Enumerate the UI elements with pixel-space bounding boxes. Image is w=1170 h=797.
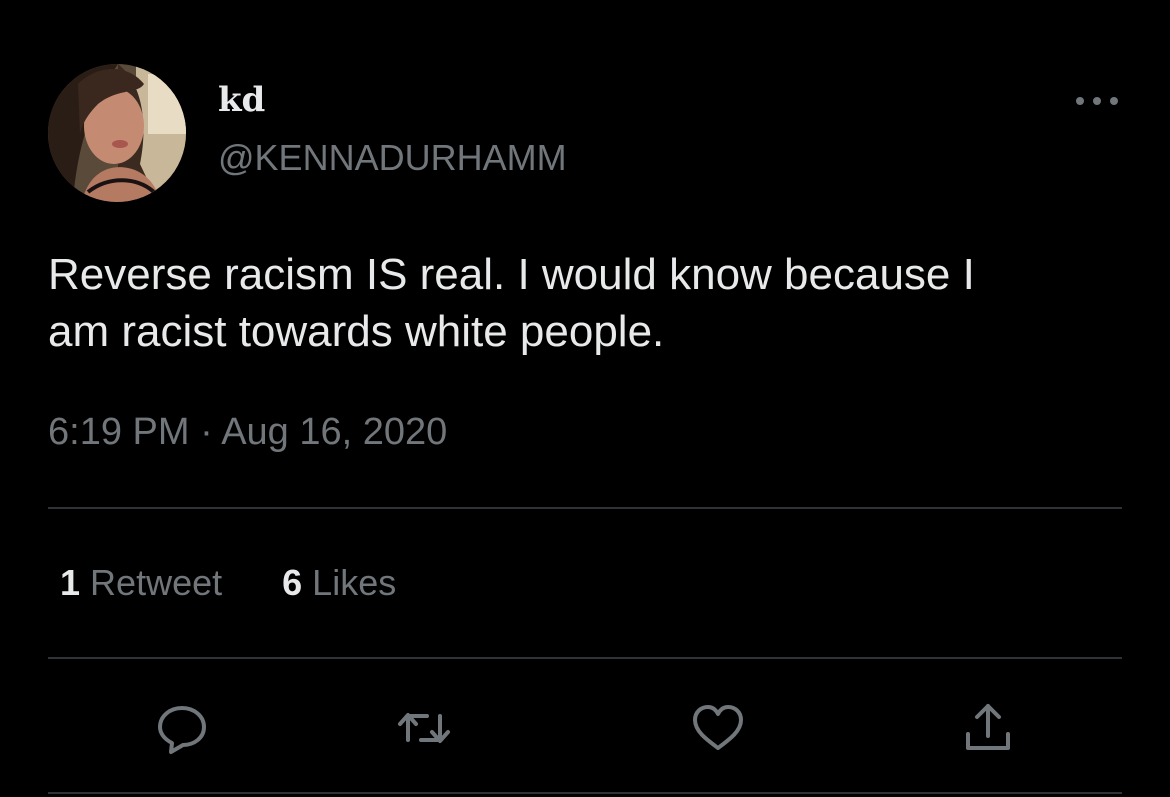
tweet-text: Reverse racism IS real. I would know bec… <box>48 246 1128 360</box>
share-button[interactable] <box>958 698 1018 758</box>
retweets-count: 1 <box>60 562 81 603</box>
avatar-image <box>48 64 186 202</box>
tweet-timestamp[interactable]: 6:19 PM · Aug 16, 2020 <box>48 408 447 456</box>
likes-label: Likes <box>312 562 397 603</box>
divider <box>48 507 1122 509</box>
avatar[interactable] <box>48 64 186 202</box>
reply-icon <box>158 706 206 754</box>
share-icon <box>966 704 1010 750</box>
tweet-text-line: Reverse racism IS real. I would know bec… <box>48 250 975 299</box>
like-icon <box>693 705 743 750</box>
user-handle[interactable]: @KENNADURHAMM <box>218 136 567 180</box>
retweet-button[interactable] <box>394 698 454 758</box>
more-icon <box>1076 97 1118 105</box>
likes-count: 6 <box>282 562 303 603</box>
like-button[interactable] <box>688 698 748 758</box>
retweet-icon <box>398 713 450 743</box>
reply-button[interactable] <box>152 698 212 758</box>
tweet-stats: 1 Retweet 6 Likes <box>60 560 456 606</box>
display-name[interactable]: kd <box>218 78 265 122</box>
divider <box>48 657 1122 659</box>
tweet-text-line: am racist towards white people. <box>48 307 665 356</box>
divider <box>48 792 1122 794</box>
likes-stat[interactable]: 6 Likes <box>282 560 396 606</box>
more-options-button[interactable] <box>1070 84 1124 118</box>
retweets-label: Retweet <box>90 562 223 603</box>
retweets-stat[interactable]: 1 Retweet <box>60 560 222 606</box>
tweet-detail: kd @KENNADURHAMM Reverse racism IS real.… <box>0 0 1170 797</box>
